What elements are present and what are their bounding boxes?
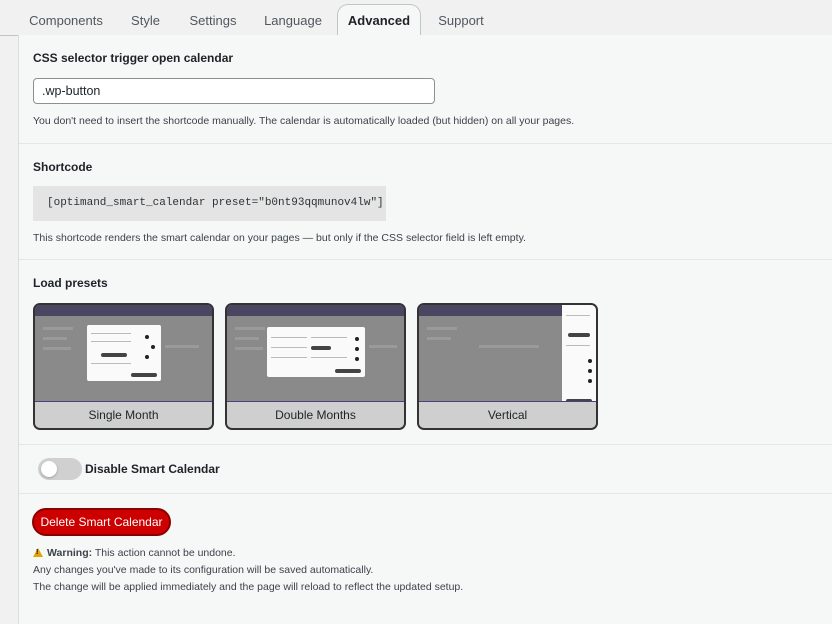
tab-settings[interactable]: Settings: [178, 6, 248, 35]
warning-label: Warning:: [47, 547, 93, 559]
disable-smart-calendar-label: Disable Smart Calendar: [85, 462, 220, 476]
warning-line-2: Any changes you've made to its configura…: [33, 564, 374, 576]
divider: [19, 444, 832, 445]
shortcode-help: This shortcode renders the smart calenda…: [33, 232, 526, 244]
tab-components[interactable]: Components: [18, 6, 114, 35]
tab-language[interactable]: Language: [254, 6, 332, 35]
delete-smart-calendar-button[interactable]: Delete Smart Calendar: [32, 508, 171, 536]
tab-style[interactable]: Style: [118, 6, 173, 35]
vertical-preview: [419, 305, 596, 405]
warning-line-3: The change will be applied immediately a…: [33, 581, 464, 593]
tab-advanced[interactable]: Advanced: [337, 4, 421, 36]
double-months-preview: [227, 305, 404, 405]
warning-icon: [33, 548, 43, 557]
preset-single-month[interactable]: Single Month: [33, 303, 214, 430]
preset-vertical[interactable]: Vertical: [417, 303, 598, 430]
css-selector-help: You don't need to insert the shortcode m…: [33, 115, 575, 127]
warning-text: This action cannot be undone.: [94, 547, 236, 559]
toggle-knob: [41, 461, 57, 477]
advanced-panel: CSS selector trigger open calendar You d…: [18, 35, 832, 624]
preset-label: Vertical: [419, 402, 596, 428]
single-month-preview: [35, 305, 212, 405]
shortcode-heading: Shortcode: [33, 160, 93, 174]
warning-line: Warning: This action cannot be undone.: [33, 547, 236, 559]
css-selector-input[interactable]: [33, 78, 435, 104]
disable-smart-calendar-toggle[interactable]: [38, 458, 82, 480]
divider: [19, 493, 832, 494]
preset-label: Double Months: [227, 402, 404, 428]
tab-support[interactable]: Support: [427, 6, 495, 35]
preset-double-months[interactable]: Double Months: [225, 303, 406, 430]
presets-heading: Load presets: [33, 276, 108, 290]
divider: [19, 143, 832, 144]
css-selector-heading: CSS selector trigger open calendar: [33, 51, 234, 65]
divider: [19, 259, 832, 260]
settings-tabs: Components Style Settings Language Advan…: [0, 0, 832, 36]
preset-label: Single Month: [35, 402, 212, 428]
shortcode-box[interactable]: [optimand_smart_calendar preset="b0nt93q…: [33, 186, 386, 221]
